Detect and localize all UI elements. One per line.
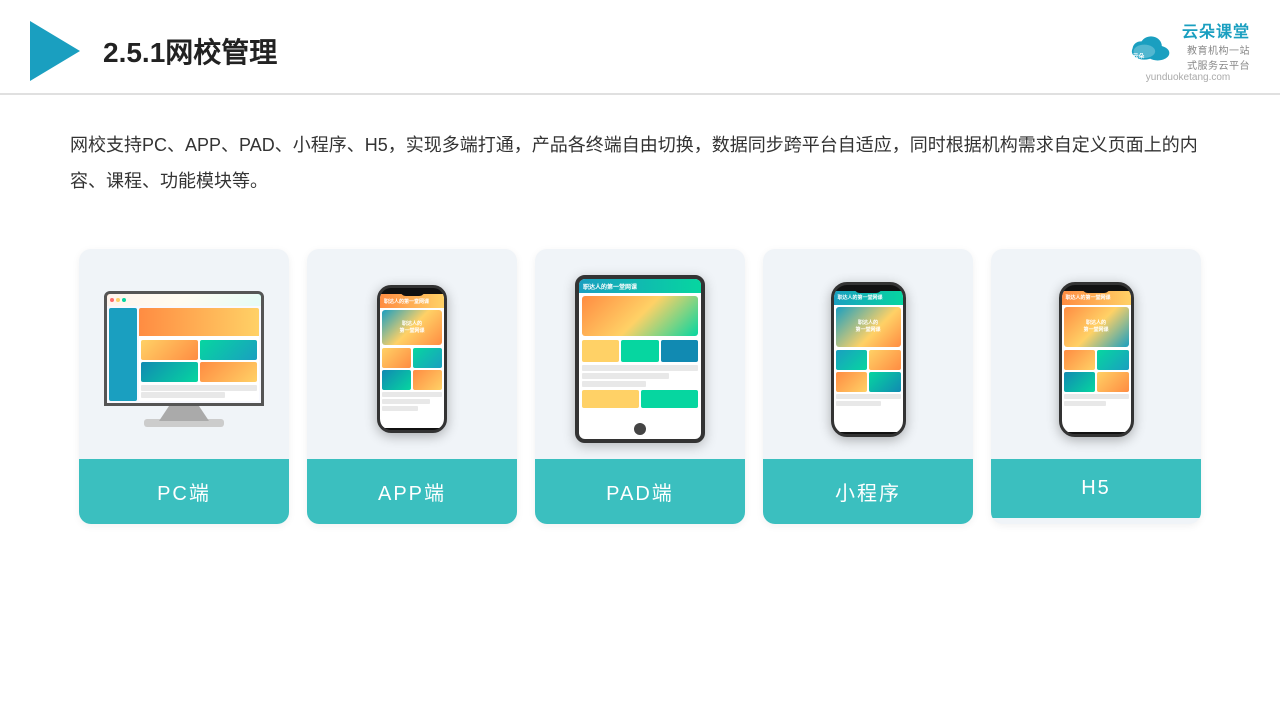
brand-area: 云朵 云朵课堂 教育机构一站 式服务云平台 yunduoketang.com xyxy=(1126,18,1250,83)
monitor-screen xyxy=(107,294,261,403)
card-app-image: 职达人的第一堂网课 职达人的第一堂网课 xyxy=(307,249,517,459)
header-left: 2.5.1网校管理 xyxy=(30,21,277,81)
card-pad-image: 职达人的第一堂网课 xyxy=(535,249,745,459)
brand-tagline: 教育机构一站 式服务云平台 xyxy=(1182,42,1250,72)
page-title: 2.5.1网校管理 xyxy=(103,31,277,71)
tablet-mockup: 职达人的第一堂网课 xyxy=(575,275,705,443)
tablet-home-btn xyxy=(634,423,646,435)
card-h5: 职达人的第一堂网课 职达人的第一堂网课 xyxy=(991,249,1201,524)
tablet-screen: 职达人的第一堂网课 xyxy=(579,279,701,439)
svg-text:云朵: 云朵 xyxy=(1133,52,1145,60)
card-miniapp-label: 小程序 xyxy=(763,459,973,524)
monitor-stand xyxy=(159,406,209,421)
cloud-logo-icon: 云朵 xyxy=(1126,28,1176,63)
card-pad: 职达人的第一堂网课 xyxy=(535,249,745,524)
logo-triangle-icon xyxy=(30,21,80,81)
monitor-body xyxy=(104,291,264,406)
card-app: 职达人的第一堂网课 职达人的第一堂网课 xyxy=(307,249,517,524)
card-miniapp: 职达人的第一堂网课 职达人的第一堂网课 xyxy=(763,249,973,524)
card-pc-label: PC端 xyxy=(79,459,289,524)
brand-name: 云朵课堂 xyxy=(1182,18,1250,42)
card-pc-image xyxy=(79,249,289,459)
pc-mockup xyxy=(104,291,264,427)
phone-mockup-h5: 职达人的第一堂网课 职达人的第一堂网课 xyxy=(1059,282,1134,437)
brand-name-block: 云朵课堂 教育机构一站 式服务云平台 xyxy=(1182,18,1250,72)
description-paragraph: 网校支持PC、APP、PAD、小程序、H5，实现多端打通，产品各终端自由切换，数… xyxy=(70,127,1210,199)
phone-mockup-miniapp: 职达人的第一堂网课 职达人的第一堂网课 xyxy=(831,282,906,437)
card-miniapp-image: 职达人的第一堂网课 职达人的第一堂网课 xyxy=(763,249,973,459)
brand-logo: 云朵 云朵课堂 教育机构一站 式服务云平台 xyxy=(1126,18,1250,72)
brand-url: yunduoketang.com xyxy=(1146,72,1231,83)
card-app-label: APP端 xyxy=(307,459,517,524)
cards-container: PC端 职达人的第一堂网课 职达人的第一堂网课 xyxy=(0,219,1280,544)
card-h5-label: H5 xyxy=(991,459,1201,518)
header: 2.5.1网校管理 云朵 云朵课堂 教育机构一站 式服务云平台 yundu xyxy=(0,0,1280,95)
phone-mockup-app: 职达人的第一堂网课 职达人的第一堂网课 xyxy=(377,285,447,433)
description-text: 网校支持PC、APP、PAD、小程序、H5，实现多端打通，产品各终端自由切换，数… xyxy=(0,95,1280,209)
card-pc: PC端 xyxy=(79,249,289,524)
card-pad-label: PAD端 xyxy=(535,459,745,524)
card-h5-image: 职达人的第一堂网课 职达人的第一堂网课 xyxy=(991,249,1201,459)
